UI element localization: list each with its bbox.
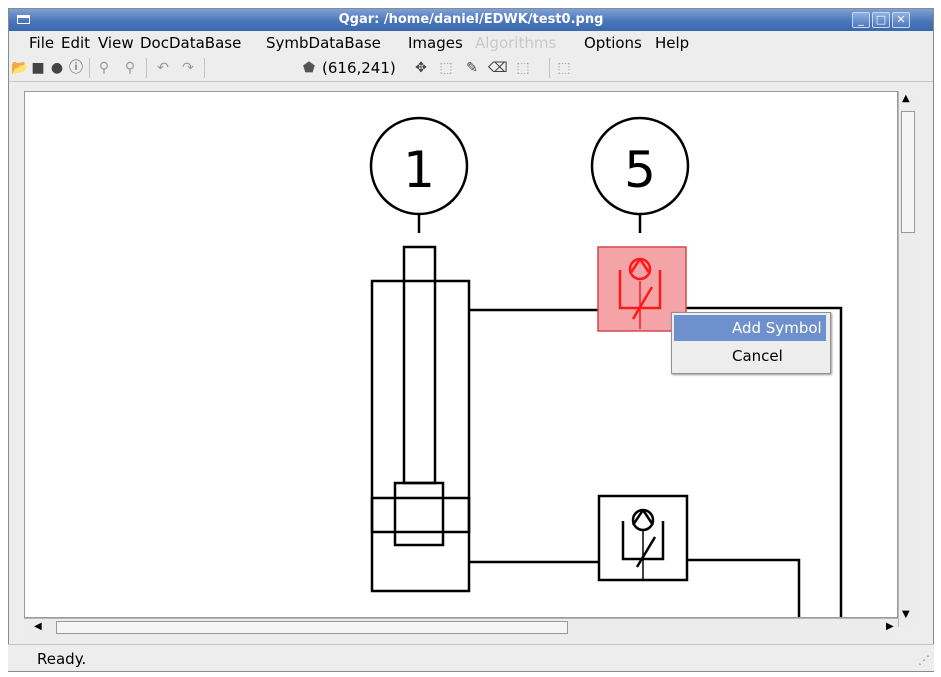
redo-icon[interactable]: ↷ (179, 58, 197, 78)
balloon-5-label: 5 (624, 141, 656, 199)
menu-view[interactable]: View (98, 34, 134, 52)
scroll-up-icon[interactable]: ▲ (902, 93, 910, 104)
menu-algorithms: Algorithms (475, 34, 557, 52)
rect-select-icon[interactable]: ⬚ (437, 58, 455, 78)
pencil-icon[interactable]: ✎ (463, 58, 481, 78)
title-bar[interactable]: Qgar: /home/daniel/EDWK/test0.png _ □ ✕ (9, 9, 933, 31)
menu-options[interactable]: Options (584, 34, 642, 52)
toolbar-separator (89, 58, 90, 78)
add-symbol-menu-item[interactable]: Add Symbol (674, 315, 826, 341)
minimize-icon[interactable]: _ (852, 12, 870, 28)
menu-images[interactable]: Images (408, 34, 463, 52)
toolbar-separator (146, 58, 147, 78)
move-tool-icon[interactable]: ✥ (412, 58, 430, 78)
context-menu: Add Symbol Cancel (671, 312, 831, 374)
open-folder-icon[interactable]: 📂 (11, 58, 29, 78)
maximize-icon[interactable]: □ (872, 12, 890, 28)
vertical-scroll-thumb[interactable] (901, 111, 915, 233)
cancel-menu-item[interactable]: Cancel (674, 343, 826, 369)
info-icon[interactable]: ⓘ (67, 58, 85, 78)
cylinder-piston (370, 496, 471, 534)
zoom-in-icon[interactable]: ⚲ (95, 58, 113, 78)
zoom-out-icon[interactable]: ⚲ (121, 58, 139, 78)
piston-hub (393, 481, 445, 547)
save-icon[interactable]: ■ (30, 58, 46, 78)
close-icon[interactable]: ✕ (892, 12, 910, 28)
pipe-line (687, 558, 801, 617)
toolbar-separator (204, 58, 205, 78)
menu-docdatabase[interactable]: DocDataBase (140, 34, 241, 52)
eraser-icon[interactable]: ⌫ (488, 58, 508, 78)
cylinder-rod (402, 245, 437, 485)
horizontal-scrollbar[interactable]: ◀ ▶ (24, 618, 898, 635)
menu-edit[interactable]: Edit (61, 34, 90, 52)
scroll-right-icon[interactable]: ▶ (886, 621, 894, 632)
menu-help[interactable]: Help (655, 34, 689, 52)
balloon-1-label: 1 (403, 141, 435, 199)
toolbar: 📂 ■ ● ⓘ ⚲ ⚲ ↶ ↷ ⬟ (616,241) ✥ ⬚ ✎ ⌫ ⬚ ⬚ (9, 55, 933, 82)
toolbar-separator (549, 58, 550, 78)
menu-symbdatabase[interactable]: SymbDataBase (266, 34, 381, 52)
print-icon[interactable]: ● (48, 58, 66, 78)
vertical-scrollbar[interactable]: ▲ ▼ (898, 91, 916, 627)
throttle-arrow (635, 536, 657, 568)
select-region-icon[interactable]: ⬚ (514, 58, 532, 78)
window-title: Qgar: /home/daniel/EDWK/test0.png (338, 12, 604, 27)
horizontal-scroll-thumb[interactable] (56, 621, 568, 634)
menu-file[interactable]: File (29, 34, 54, 52)
select-all-icon[interactable]: ⬚ (555, 58, 573, 78)
scroll-left-icon[interactable]: ◀ (34, 621, 42, 632)
scroll-down-icon[interactable]: ▼ (902, 609, 910, 620)
pointer-tool-icon[interactable]: ⬟ (299, 58, 319, 78)
undo-icon[interactable]: ↶ (154, 58, 172, 78)
cursor-coordinates: (616,241) (322, 59, 396, 77)
menu-bar: File Edit View DocDataBase SymbDataBase … (9, 31, 933, 55)
